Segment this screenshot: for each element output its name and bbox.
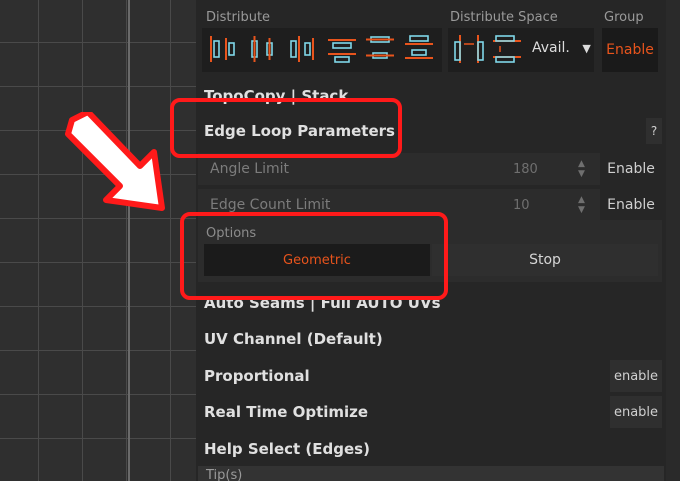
3d-viewport-grid[interactable]	[0, 0, 196, 481]
section-proportional-label: Proportional	[204, 367, 310, 385]
edge-count-enable-button[interactable]: Enable	[602, 189, 660, 221]
align-bottom-icon[interactable]	[402, 32, 436, 66]
distribute-space-label: Distribute Space	[450, 10, 558, 25]
stop-button[interactable]: Stop	[432, 244, 658, 276]
spinner-icon[interactable]: ▲ ▼	[578, 195, 585, 215]
align-center-h-icon[interactable]	[246, 32, 280, 66]
annotation-highlight-edge-loop	[170, 98, 402, 158]
align-right-icon[interactable]	[286, 32, 320, 66]
viewport-divider	[128, 0, 130, 481]
section-help-select-label: Help Select (Edges)	[204, 440, 370, 458]
section-real-time-optimize[interactable]: Real Time Optimize	[198, 396, 664, 430]
section-help-select[interactable]: Help Select (Edges)	[198, 433, 664, 467]
align-left-icon[interactable]	[206, 32, 240, 66]
align-middle-v-icon[interactable]	[363, 32, 397, 66]
angle-limit-value[interactable]: 180	[513, 162, 538, 177]
distribute-space-h-icon[interactable]	[452, 32, 486, 66]
real-time-enable-button[interactable]: enable	[610, 396, 662, 428]
tips-row[interactable]: Tip(s)	[198, 466, 664, 481]
section-proportional[interactable]: Proportional	[198, 360, 664, 394]
angle-limit-enable-button[interactable]: Enable	[602, 153, 660, 185]
distribute-label: Distribute	[206, 10, 271, 25]
annotation-arrow-icon	[65, 112, 165, 211]
proportional-enable-button[interactable]: enable	[610, 360, 662, 392]
avail-value: Avail.	[532, 40, 570, 56]
avail-dropdown[interactable]: Avail. ▼	[532, 40, 591, 56]
edge-count-value[interactable]: 10	[513, 198, 530, 213]
spinner-icon[interactable]: ▲ ▼	[578, 159, 585, 179]
align-top-icon[interactable]	[325, 32, 359, 66]
tips-label: Tip(s)	[206, 468, 243, 481]
edge-count-label: Edge Count Limit	[210, 197, 331, 213]
distribute-space-v-icon[interactable]	[490, 32, 524, 66]
panel-scrollbar[interactable]	[666, 0, 680, 481]
section-real-time-label: Real Time Optimize	[204, 403, 369, 421]
section-uv-channel-label: UV Channel (Default)	[204, 330, 383, 348]
chevron-down-icon: ▼	[582, 42, 591, 55]
group-enable-button[interactable]: Enable	[602, 28, 658, 72]
angle-limit-label: Angle Limit	[210, 161, 289, 177]
section-uv-channel[interactable]: UV Channel (Default)	[198, 323, 664, 357]
annotation-highlight-options	[180, 212, 448, 300]
help-button[interactable]: ?	[646, 118, 662, 144]
group-label: Group	[604, 10, 644, 25]
